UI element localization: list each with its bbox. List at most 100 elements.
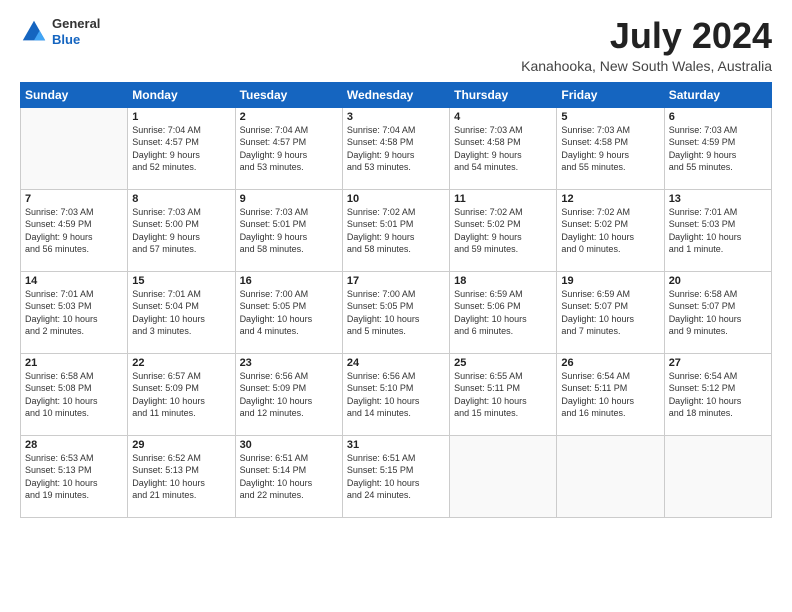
calendar-cell: 2Sunrise: 7:04 AMSunset: 4:57 PMDaylight… [235, 107, 342, 189]
day-info: Sunrise: 7:00 AMSunset: 5:05 PMDaylight:… [347, 288, 445, 338]
calendar-cell: 4Sunrise: 7:03 AMSunset: 4:58 PMDaylight… [450, 107, 557, 189]
calendar-week-row: 7Sunrise: 7:03 AMSunset: 4:59 PMDaylight… [21, 189, 772, 271]
calendar-cell: 8Sunrise: 7:03 AMSunset: 5:00 PMDaylight… [128, 189, 235, 271]
calendar-cell: 17Sunrise: 7:00 AMSunset: 5:05 PMDayligh… [342, 271, 449, 353]
calendar-cell: 5Sunrise: 7:03 AMSunset: 4:58 PMDaylight… [557, 107, 664, 189]
calendar-cell [557, 435, 664, 517]
day-number: 2 [240, 111, 338, 123]
calendar-cell: 31Sunrise: 6:51 AMSunset: 5:15 PMDayligh… [342, 435, 449, 517]
calendar-cell [21, 107, 128, 189]
calendar-cell: 12Sunrise: 7:02 AMSunset: 5:02 PMDayligh… [557, 189, 664, 271]
calendar-week-row: 21Sunrise: 6:58 AMSunset: 5:08 PMDayligh… [21, 353, 772, 435]
day-number: 19 [561, 275, 659, 287]
calendar-cell: 19Sunrise: 6:59 AMSunset: 5:07 PMDayligh… [557, 271, 664, 353]
day-number: 22 [132, 357, 230, 369]
month-title: July 2024 [521, 16, 772, 56]
calendar-cell: 10Sunrise: 7:02 AMSunset: 5:01 PMDayligh… [342, 189, 449, 271]
calendar-cell: 18Sunrise: 6:59 AMSunset: 5:06 PMDayligh… [450, 271, 557, 353]
day-info: Sunrise: 7:04 AMSunset: 4:57 PMDaylight:… [240, 124, 338, 174]
day-number: 3 [347, 111, 445, 123]
day-info: Sunrise: 7:01 AMSunset: 5:03 PMDaylight:… [25, 288, 123, 338]
day-number: 14 [25, 275, 123, 287]
weekday-header: Saturday [664, 82, 771, 107]
day-number: 17 [347, 275, 445, 287]
day-number: 26 [561, 357, 659, 369]
day-number: 11 [454, 193, 552, 205]
calendar-cell: 21Sunrise: 6:58 AMSunset: 5:08 PMDayligh… [21, 353, 128, 435]
calendar-cell: 13Sunrise: 7:01 AMSunset: 5:03 PMDayligh… [664, 189, 771, 271]
day-number: 23 [240, 357, 338, 369]
location-title: Kanahooka, New South Wales, Australia [521, 58, 772, 74]
day-number: 24 [347, 357, 445, 369]
day-number: 31 [347, 439, 445, 451]
day-number: 16 [240, 275, 338, 287]
day-number: 1 [132, 111, 230, 123]
day-number: 12 [561, 193, 659, 205]
calendar-table: SundayMondayTuesdayWednesdayThursdayFrid… [20, 82, 772, 518]
day-info: Sunrise: 6:52 AMSunset: 5:13 PMDaylight:… [132, 452, 230, 502]
day-info: Sunrise: 6:55 AMSunset: 5:11 PMDaylight:… [454, 370, 552, 420]
day-info: Sunrise: 6:56 AMSunset: 5:10 PMDaylight:… [347, 370, 445, 420]
day-number: 10 [347, 193, 445, 205]
calendar-cell: 16Sunrise: 7:00 AMSunset: 5:05 PMDayligh… [235, 271, 342, 353]
calendar-cell: 6Sunrise: 7:03 AMSunset: 4:59 PMDaylight… [664, 107, 771, 189]
day-info: Sunrise: 7:03 AMSunset: 5:00 PMDaylight:… [132, 206, 230, 256]
day-info: Sunrise: 7:02 AMSunset: 5:02 PMDaylight:… [454, 206, 552, 256]
day-info: Sunrise: 7:00 AMSunset: 5:05 PMDaylight:… [240, 288, 338, 338]
day-number: 7 [25, 193, 123, 205]
day-info: Sunrise: 6:56 AMSunset: 5:09 PMDaylight:… [240, 370, 338, 420]
day-info: Sunrise: 6:54 AMSunset: 5:11 PMDaylight:… [561, 370, 659, 420]
logo: General Blue [20, 16, 100, 47]
calendar-cell [664, 435, 771, 517]
day-number: 30 [240, 439, 338, 451]
calendar-cell: 14Sunrise: 7:01 AMSunset: 5:03 PMDayligh… [21, 271, 128, 353]
calendar-cell: 27Sunrise: 6:54 AMSunset: 5:12 PMDayligh… [664, 353, 771, 435]
day-number: 15 [132, 275, 230, 287]
day-number: 25 [454, 357, 552, 369]
calendar-cell: 22Sunrise: 6:57 AMSunset: 5:09 PMDayligh… [128, 353, 235, 435]
day-info: Sunrise: 6:51 AMSunset: 5:15 PMDaylight:… [347, 452, 445, 502]
logo-text: General Blue [52, 16, 100, 47]
day-info: Sunrise: 7:03 AMSunset: 4:58 PMDaylight:… [561, 124, 659, 174]
calendar-cell: 29Sunrise: 6:52 AMSunset: 5:13 PMDayligh… [128, 435, 235, 517]
calendar-week-row: 14Sunrise: 7:01 AMSunset: 5:03 PMDayligh… [21, 271, 772, 353]
logo-icon [20, 18, 48, 46]
day-number: 5 [561, 111, 659, 123]
day-info: Sunrise: 7:04 AMSunset: 4:58 PMDaylight:… [347, 124, 445, 174]
day-info: Sunrise: 6:54 AMSunset: 5:12 PMDaylight:… [669, 370, 767, 420]
day-number: 4 [454, 111, 552, 123]
weekday-header: Friday [557, 82, 664, 107]
title-block: July 2024 Kanahooka, New South Wales, Au… [521, 16, 772, 74]
day-number: 8 [132, 193, 230, 205]
weekday-header: Sunday [21, 82, 128, 107]
day-number: 21 [25, 357, 123, 369]
calendar-cell: 11Sunrise: 7:02 AMSunset: 5:02 PMDayligh… [450, 189, 557, 271]
weekday-header: Monday [128, 82, 235, 107]
calendar-header-row: SundayMondayTuesdayWednesdayThursdayFrid… [21, 82, 772, 107]
calendar-cell: 1Sunrise: 7:04 AMSunset: 4:57 PMDaylight… [128, 107, 235, 189]
calendar-cell [450, 435, 557, 517]
calendar-cell: 20Sunrise: 6:58 AMSunset: 5:07 PMDayligh… [664, 271, 771, 353]
day-number: 18 [454, 275, 552, 287]
logo-blue: Blue [52, 32, 100, 48]
calendar-cell: 9Sunrise: 7:03 AMSunset: 5:01 PMDaylight… [235, 189, 342, 271]
day-info: Sunrise: 6:58 AMSunset: 5:07 PMDaylight:… [669, 288, 767, 338]
day-info: Sunrise: 6:53 AMSunset: 5:13 PMDaylight:… [25, 452, 123, 502]
day-info: Sunrise: 7:03 AMSunset: 5:01 PMDaylight:… [240, 206, 338, 256]
calendar-cell: 3Sunrise: 7:04 AMSunset: 4:58 PMDaylight… [342, 107, 449, 189]
day-info: Sunrise: 6:59 AMSunset: 5:06 PMDaylight:… [454, 288, 552, 338]
day-number: 20 [669, 275, 767, 287]
day-number: 28 [25, 439, 123, 451]
header: General Blue July 2024 Kanahooka, New So… [20, 16, 772, 74]
calendar-week-row: 1Sunrise: 7:04 AMSunset: 4:57 PMDaylight… [21, 107, 772, 189]
day-info: Sunrise: 7:01 AMSunset: 5:03 PMDaylight:… [669, 206, 767, 256]
weekday-header: Thursday [450, 82, 557, 107]
calendar-cell: 7Sunrise: 7:03 AMSunset: 4:59 PMDaylight… [21, 189, 128, 271]
day-info: Sunrise: 7:04 AMSunset: 4:57 PMDaylight:… [132, 124, 230, 174]
day-number: 29 [132, 439, 230, 451]
day-info: Sunrise: 7:02 AMSunset: 5:01 PMDaylight:… [347, 206, 445, 256]
day-info: Sunrise: 7:03 AMSunset: 4:59 PMDaylight:… [25, 206, 123, 256]
day-info: Sunrise: 6:57 AMSunset: 5:09 PMDaylight:… [132, 370, 230, 420]
weekday-header: Wednesday [342, 82, 449, 107]
day-number: 9 [240, 193, 338, 205]
